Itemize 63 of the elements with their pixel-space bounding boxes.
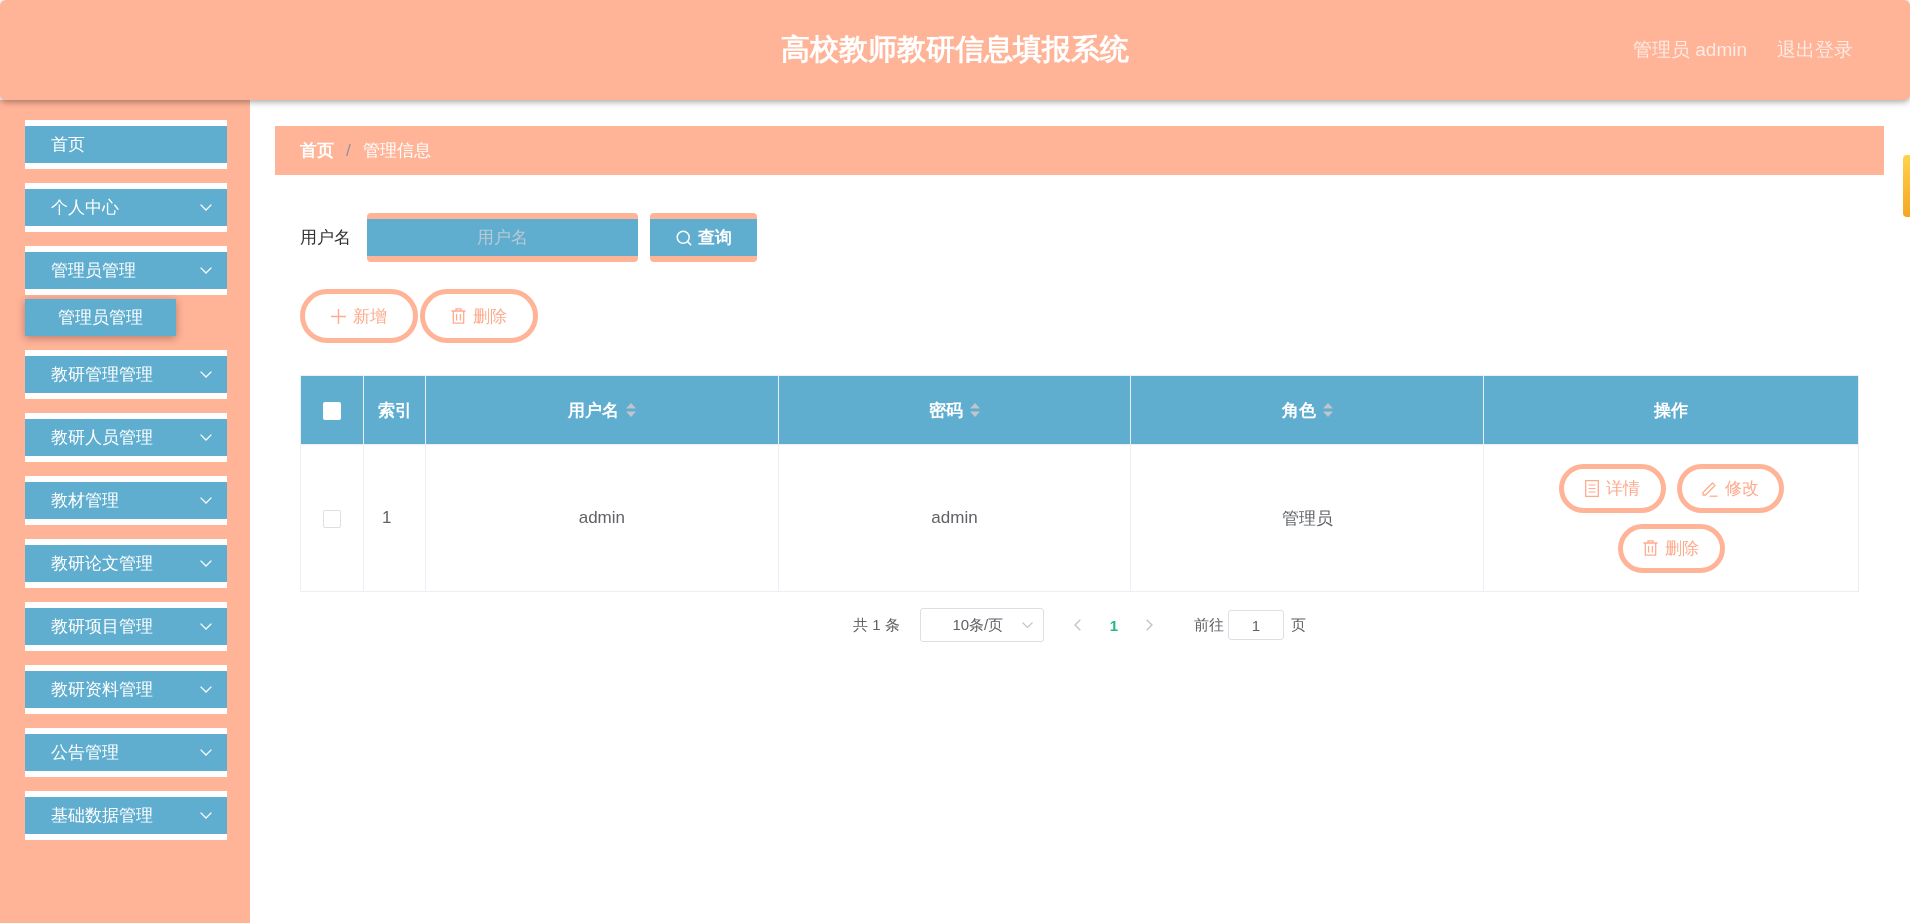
table-cell: admin bbox=[778, 444, 1131, 592]
chevron-down-icon bbox=[200, 371, 212, 378]
search-label: 用户名 bbox=[300, 227, 351, 249]
edge-tab[interactable] bbox=[1903, 155, 1910, 217]
add-button[interactable]: 新增 bbox=[300, 289, 418, 343]
chevron-right-icon bbox=[1146, 619, 1154, 631]
menu-item[interactable]: 教研论文管理 bbox=[25, 539, 227, 588]
submenu-item[interactable]: 管理员管理 bbox=[25, 299, 176, 336]
menu-item[interactable]: 公告管理 bbox=[25, 728, 227, 777]
chevron-down-icon bbox=[200, 434, 212, 441]
chevron-down-icon bbox=[200, 812, 212, 819]
breadcrumb-separator: / bbox=[346, 140, 351, 161]
page-suffix: 页 bbox=[1290, 615, 1306, 635]
chevron-down-icon bbox=[1021, 622, 1033, 628]
menu-item[interactable]: 教研项目管理 bbox=[25, 602, 227, 651]
search-button[interactable]: 查询 bbox=[650, 213, 757, 262]
menu-item[interactable]: 教研资料管理 bbox=[25, 665, 227, 714]
document-icon bbox=[1584, 479, 1599, 497]
delete-button[interactable]: 删除 bbox=[420, 289, 538, 343]
chevron-down-icon bbox=[200, 497, 212, 504]
table-cell: 1 bbox=[363, 444, 426, 592]
chevron-down-icon bbox=[200, 267, 212, 274]
menu-item[interactable]: 首页 bbox=[25, 120, 227, 169]
page-number[interactable]: 1 bbox=[1103, 611, 1124, 639]
trash-icon bbox=[1643, 540, 1658, 556]
column-header: 操作 bbox=[1483, 375, 1859, 445]
user-label: 管理员 admin bbox=[1632, 38, 1747, 62]
menu-item[interactable]: 教研管理管理 bbox=[25, 350, 227, 399]
column-header[interactable]: 用户名 bbox=[425, 375, 779, 445]
column-header[interactable]: 角色 bbox=[1130, 375, 1484, 445]
goto-page-field[interactable]: 1 bbox=[1227, 610, 1284, 640]
plus-icon bbox=[331, 308, 346, 324]
menu-item[interactable]: 教研人员管理 bbox=[25, 413, 227, 462]
chevron-down-icon bbox=[200, 749, 212, 756]
detail-button[interactable]: 详情 bbox=[1558, 463, 1666, 513]
table-cell: 管理员 bbox=[1130, 444, 1484, 592]
page-size-select[interactable]: 10条/页 bbox=[919, 608, 1044, 642]
chevron-down-icon bbox=[200, 686, 212, 693]
chevron-left-icon bbox=[1074, 619, 1082, 631]
column-header: 索引 bbox=[363, 375, 426, 445]
trash-icon bbox=[451, 308, 466, 324]
logout-link[interactable]: 退出登录 bbox=[1777, 37, 1853, 63]
select-all-checkbox[interactable] bbox=[323, 401, 341, 420]
search-icon bbox=[675, 229, 692, 246]
menu-item[interactable]: 基础数据管理 bbox=[25, 791, 227, 840]
chevron-down-icon bbox=[200, 204, 212, 211]
edit-button[interactable]: 修改 bbox=[1676, 463, 1784, 513]
app-title: 高校教师教研信息填报系统 bbox=[781, 32, 1129, 67]
menu-item[interactable]: 管理员管理 bbox=[25, 246, 227, 295]
username-field[interactable]: 用户名 bbox=[367, 213, 638, 262]
row-checkbox[interactable] bbox=[323, 509, 341, 528]
goto-label: 前往 bbox=[1193, 615, 1224, 635]
pencil-icon bbox=[1701, 479, 1718, 497]
breadcrumb-current: 管理信息 bbox=[362, 140, 431, 162]
menu-item[interactable]: 教材管理 bbox=[25, 476, 227, 525]
column-header[interactable]: 密码 bbox=[778, 375, 1131, 445]
table-cell: admin bbox=[425, 444, 779, 592]
breadcrumb-link[interactable]: 首页 bbox=[300, 139, 334, 162]
chevron-down-icon bbox=[200, 623, 212, 630]
delete-button[interactable]: 删除 bbox=[1617, 523, 1725, 573]
menu-item[interactable]: 个人中心 bbox=[25, 183, 227, 232]
chevron-down-icon bbox=[200, 560, 212, 567]
total-count: 共 1 条 bbox=[853, 615, 900, 635]
